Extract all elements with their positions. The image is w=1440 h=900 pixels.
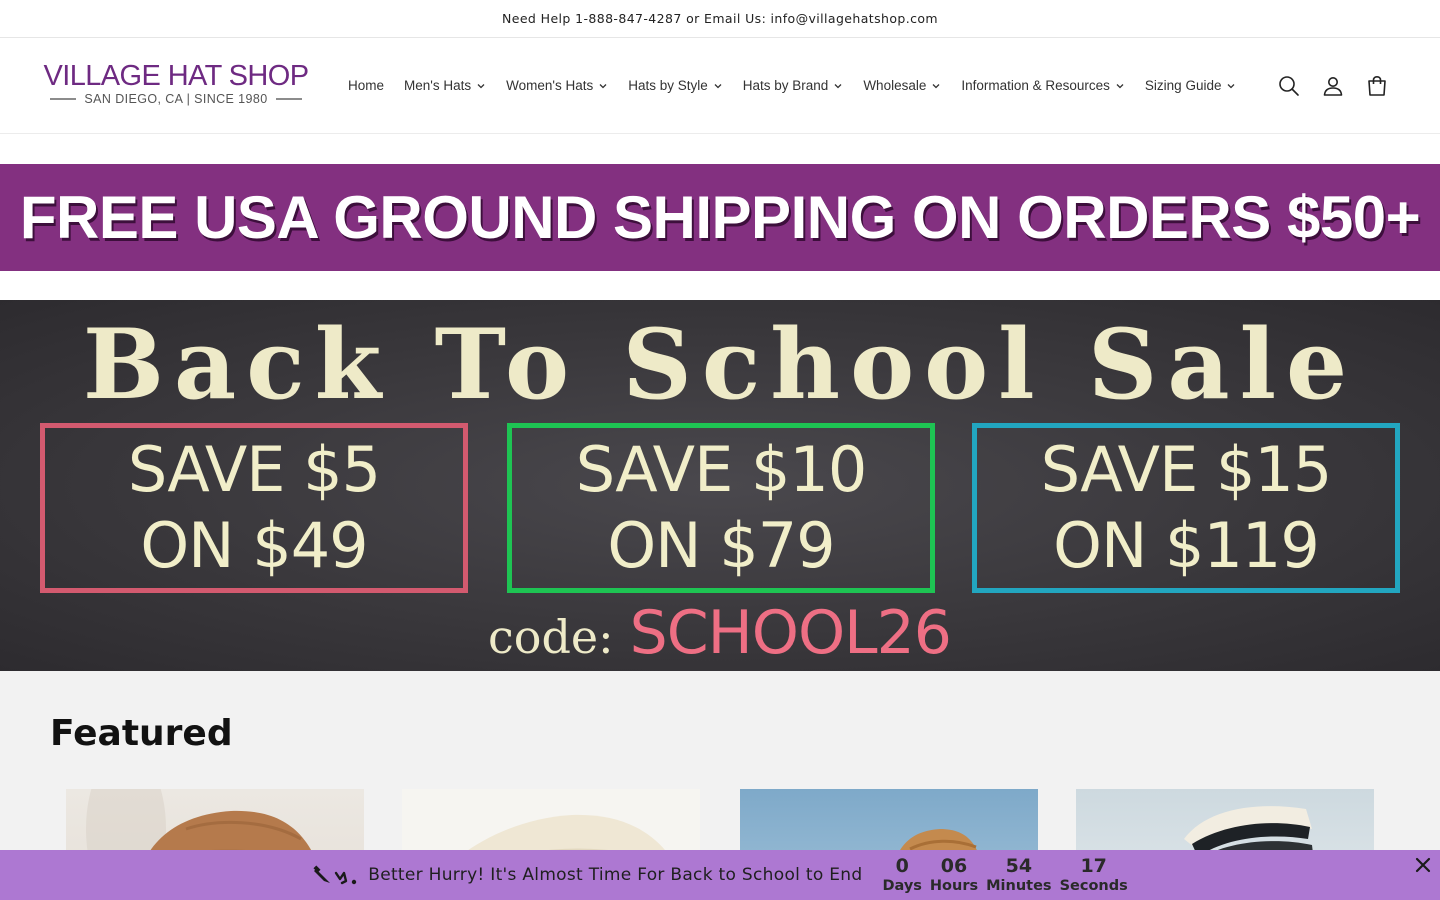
nav-item-mens-hats[interactable]: Men's Hats xyxy=(394,72,496,99)
hero-title: Back To School Sale xyxy=(82,308,1358,421)
nav-item-label: Hats by Style xyxy=(628,78,708,93)
deal-box-1: SAVE $5 ON $49 xyxy=(40,423,468,593)
back-to-school-hero[interactable]: Back To School Sale SAVE $5 ON $49 SAVE … xyxy=(0,300,1440,671)
shipping-promo-text: FREE USA GROUND SHIPPING ON ORDERS $50+ xyxy=(19,184,1421,251)
deal-2-line-1: SAVE $10 xyxy=(575,433,868,506)
countdown-message: Better Hurry! It's Almost Time For Back … xyxy=(312,863,862,887)
countdown-days: 0 Days xyxy=(882,855,921,895)
header-icons xyxy=(1278,38,1388,134)
chevron-down-icon xyxy=(1116,83,1124,88)
promo-code-label: code: xyxy=(488,610,614,664)
logo-tagline: SAN DIEGO, CA | SINCE 1980 xyxy=(84,92,268,106)
search-button[interactable] xyxy=(1278,75,1300,97)
nav-item-womens-hats[interactable]: Women's Hats xyxy=(496,72,618,99)
close-countdown-button[interactable] xyxy=(1414,856,1432,874)
search-icon xyxy=(1279,76,1299,96)
countdown-days-value: 0 xyxy=(895,855,909,877)
site-header: VILLAGE HAT SHOP SAN DIEGO, CA | SINCE 1… xyxy=(0,38,1440,134)
cart-button[interactable] xyxy=(1366,75,1388,97)
chevron-down-icon xyxy=(1228,83,1235,88)
nav-item-label: Hats by Brand xyxy=(742,78,829,93)
nav-item-hats-by-style[interactable]: Hats by Style xyxy=(618,72,733,99)
countdown-minutes: 54 Minutes xyxy=(986,855,1051,895)
nav-item-label: Information & Resources xyxy=(961,78,1110,93)
countdown-minutes-label: Minutes xyxy=(986,878,1052,894)
nav-item-label: Home xyxy=(348,78,385,93)
logo-name: VILLAGE HAT SHOP xyxy=(43,60,310,92)
deal-1-line-2: ON $49 xyxy=(140,509,368,582)
deal-2-line-2: ON $79 xyxy=(607,509,835,582)
account-icon xyxy=(1323,77,1343,96)
deal-3-line-2: ON $119 xyxy=(1053,509,1320,582)
countdown-seconds-label: Seconds xyxy=(1059,878,1128,894)
main-nav: Home Men's Hats Women's Hats Hats by Sty… xyxy=(338,72,1246,99)
chevron-down-icon xyxy=(932,83,940,88)
site-logo[interactable]: VILLAGE HAT SHOP SAN DIEGO, CA | SINCE 1… xyxy=(44,61,310,106)
cart-icon xyxy=(1368,75,1386,96)
nav-item-home[interactable]: Home xyxy=(338,72,394,99)
announcement-text: Need Help 1-888-847-4287 or Email Us: in… xyxy=(502,11,938,26)
countdown-seconds-value: 17 xyxy=(1080,855,1107,877)
featured-title: Featured xyxy=(50,713,233,754)
countdown-days-label: Days xyxy=(882,878,922,894)
countdown-seconds: 17 Seconds xyxy=(1060,855,1128,895)
nav-item-label: Wholesale xyxy=(863,78,927,93)
countdown-hours: 06 Hours xyxy=(930,855,978,895)
chevron-down-icon xyxy=(714,83,722,88)
chevron-down-icon xyxy=(834,83,842,88)
countdown-hours-value: 06 xyxy=(940,855,968,877)
logo-divider-left xyxy=(50,98,77,100)
chevron-down-icon xyxy=(477,83,485,88)
countdown-hours-label: Hours xyxy=(929,878,979,894)
close-icon xyxy=(1415,857,1431,873)
nav-item-wholesale[interactable]: Wholesale xyxy=(853,72,951,99)
announcement-bar: Need Help 1-888-847-4287 or Email Us: in… xyxy=(0,0,1440,38)
countdown-text: Better Hurry! It's Almost Time For Back … xyxy=(368,865,863,885)
deal-3-line-1: SAVE $15 xyxy=(1040,433,1333,506)
nav-item-label: Women's Hats xyxy=(506,78,594,93)
countdown-timer: 0 Days 06 Hours 54 Minutes 17 Seconds xyxy=(882,855,1127,895)
chevron-down-icon xyxy=(599,83,607,88)
countdown-bar: Better Hurry! It's Almost Time For Back … xyxy=(0,850,1440,900)
account-button[interactable] xyxy=(1322,75,1344,97)
countdown-minutes-value: 54 xyxy=(1005,855,1033,877)
logo-divider-right xyxy=(275,98,302,100)
nav-item-label: Sizing Guide xyxy=(1144,78,1222,93)
promo-code-value: SCHOOL26 xyxy=(629,598,952,668)
promo-code-row: code: SCHOOL26 xyxy=(488,598,952,668)
nav-item-information-resources[interactable]: Information & Resources xyxy=(951,72,1135,99)
nav-item-label: Men's Hats xyxy=(404,78,472,93)
nav-item-sizing-guide[interactable]: Sizing Guide xyxy=(1135,72,1247,99)
deal-box-3: SAVE $15 ON $119 xyxy=(972,423,1400,593)
pencil-ruler-icon xyxy=(313,865,357,885)
shipping-promo-banner[interactable]: FREE USA GROUND SHIPPING ON ORDERS $50+ xyxy=(0,164,1440,271)
deal-box-2: SAVE $10 ON $79 xyxy=(507,423,935,593)
nav-item-hats-by-brand[interactable]: Hats by Brand xyxy=(733,72,854,99)
logo-tagline-row: SAN DIEGO, CA | SINCE 1980 xyxy=(50,92,302,106)
deal-1-line-1: SAVE $5 xyxy=(127,433,381,506)
